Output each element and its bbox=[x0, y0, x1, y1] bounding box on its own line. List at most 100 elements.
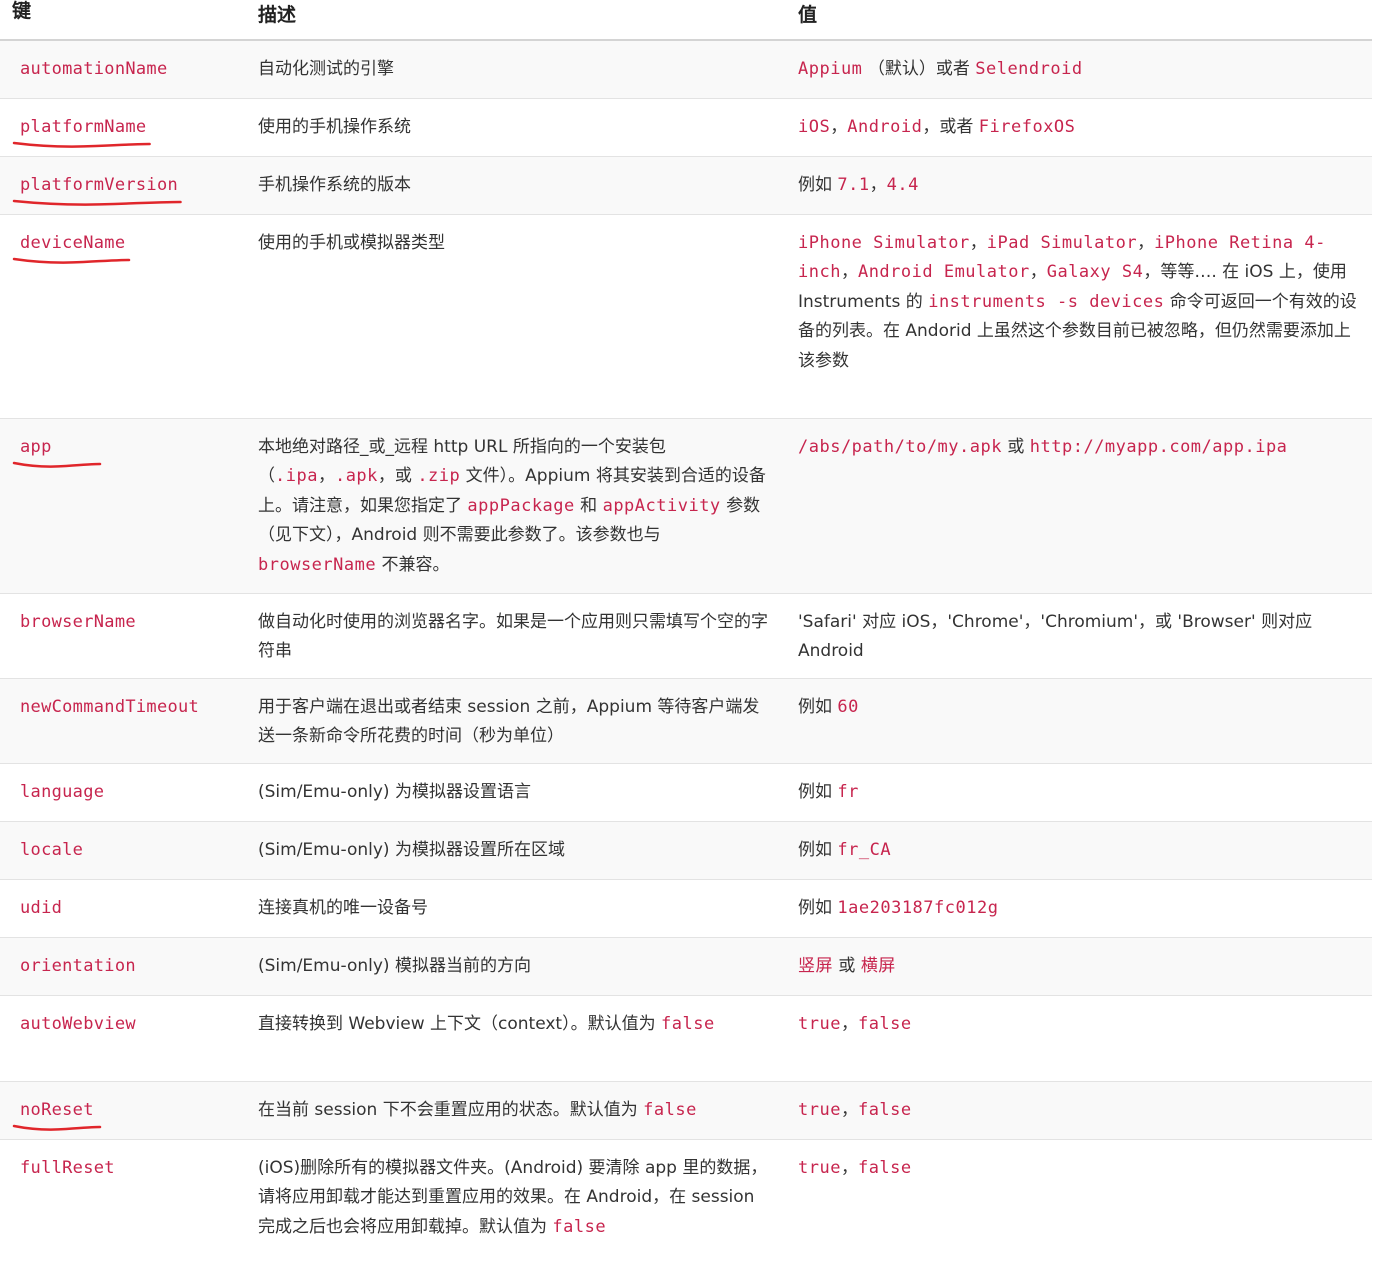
cell-text: 例如 bbox=[798, 781, 838, 802]
cell-text: (Sim/Emu-only) 模拟器当前的方向 bbox=[258, 955, 531, 976]
code-literal: .ipa bbox=[275, 466, 318, 486]
table-row: newCommandTimeout 用于客户端在退出或者结束 session 之前… bbox=[0, 677, 1372, 763]
key-wrapper: deviceName bbox=[12, 229, 131, 264]
table-header-row: 键 描述 值 bbox=[0, 0, 1372, 41]
value-cell: 例如 7.1，4.4 bbox=[778, 155, 1372, 214]
key-wrapper: orientation bbox=[20, 952, 136, 982]
cell-text: ，或 bbox=[377, 466, 418, 486]
key-cell: autoWebview bbox=[0, 994, 238, 1081]
key-cell: automationName bbox=[0, 39, 238, 98]
capability-key: platformName bbox=[20, 116, 147, 137]
code-literal: Android bbox=[847, 116, 923, 137]
value-cell: 例如 60 bbox=[778, 677, 1372, 763]
header-value: 值 bbox=[778, 0, 1372, 41]
key-cell: language bbox=[0, 762, 238, 821]
code-literal: true bbox=[798, 1157, 841, 1178]
value-cell: 例如 fr_CA bbox=[778, 820, 1372, 879]
table-row: platformVersion 手机操作系统的版本 例如 7.1，4.4 bbox=[0, 155, 1372, 214]
cell-text: ， bbox=[840, 1013, 858, 1034]
code-literal: fr bbox=[837, 781, 859, 802]
description-cell: (Sim/Emu-only) 为模拟器设置所在区域 bbox=[238, 820, 778, 879]
cell-text: ， bbox=[830, 116, 848, 137]
code-literal: false bbox=[643, 1099, 697, 1120]
code-literal: Selendroid bbox=[975, 59, 1083, 79]
code-literal: 1ae203187fc012g bbox=[837, 897, 999, 918]
code-literal: appPackage bbox=[467, 495, 575, 516]
code-literal: 7.1 bbox=[837, 174, 870, 195]
code-literal: iPad Simulator bbox=[986, 232, 1138, 253]
capability-key: fullReset bbox=[20, 1157, 115, 1178]
table-row: noReset 在当前 session 下不会重置应用的状态。默认值为 false… bbox=[0, 1080, 1372, 1139]
key-wrapper: noReset bbox=[12, 1096, 102, 1131]
key-cell: fullReset bbox=[0, 1138, 238, 1260]
key-wrapper: language bbox=[20, 778, 104, 808]
capability-key: automationName bbox=[20, 59, 168, 79]
code-literal: instruments -s devices bbox=[928, 291, 1165, 312]
description-cell: 手机操作系统的版本 bbox=[238, 155, 778, 214]
code-literal: false bbox=[661, 1013, 715, 1034]
key-cell: locale bbox=[0, 820, 238, 879]
key-wrapper: platformName bbox=[12, 113, 151, 148]
capability-key: locale bbox=[20, 839, 84, 860]
cell-text: ，或者 bbox=[922, 116, 979, 137]
code-literal: fr_CA bbox=[837, 839, 892, 860]
cell-text: ， bbox=[1029, 262, 1047, 282]
description-cell: 使用的手机或模拟器类型 bbox=[238, 213, 778, 418]
code-literal: 竖屏 bbox=[798, 955, 833, 976]
key-cell: platformName bbox=[0, 97, 238, 156]
table-row: autoWebview 直接转换到 Webview 上下文（context）。默认… bbox=[0, 994, 1372, 1081]
key-wrapper: locale bbox=[20, 836, 83, 866]
table-row: udid 连接真机的唯一设备号 例如 1ae203187fc012g bbox=[0, 878, 1372, 937]
cell-text: 和 bbox=[574, 495, 603, 516]
description-cell: (Sim/Emu-only) 为模拟器设置语言 bbox=[238, 762, 778, 821]
code-literal: false bbox=[857, 1099, 912, 1120]
key-cell: newCommandTimeout bbox=[0, 677, 238, 763]
table-row: browserName 做自动化时使用的浏览器名字。如果是一个应用则只需填写个空的… bbox=[0, 592, 1372, 678]
key-cell: deviceName bbox=[0, 213, 238, 418]
capability-key: platformVersion bbox=[20, 174, 179, 195]
value-cell: true，false bbox=[778, 994, 1372, 1081]
code-literal: Appium bbox=[798, 59, 863, 79]
code-literal: false bbox=[857, 1157, 912, 1178]
table-row: orientation (Sim/Emu-only) 模拟器当前的方向 竖屏 或 横… bbox=[0, 936, 1372, 995]
code-literal: true bbox=[798, 1013, 841, 1034]
cell-text: ， bbox=[840, 1099, 858, 1120]
code-literal: iOS bbox=[798, 116, 831, 137]
cell-text: 自动化测试的引擎 bbox=[258, 59, 394, 79]
cell-text: 或 bbox=[833, 955, 861, 976]
key-cell: app bbox=[0, 417, 238, 593]
table-row: fullReset (iOS)删除所有的模拟器文件夹。(Android) 要清除 … bbox=[0, 1138, 1372, 1260]
cell-text: 使用的手机或模拟器类型 bbox=[258, 232, 445, 253]
key-wrapper: newCommandTimeout bbox=[20, 693, 199, 723]
cell-text: 例如 bbox=[798, 696, 838, 717]
header-key: 键 bbox=[0, 0, 238, 41]
table-row: language (Sim/Emu-only) 为模拟器设置语言 例如 fr bbox=[0, 762, 1372, 821]
code-literal: FirefoxOS bbox=[978, 116, 1076, 137]
table-row: platformName 使用的手机操作系统 iOS，Android，或者 Fire… bbox=[0, 97, 1372, 156]
cell-text: 例如 bbox=[798, 839, 838, 860]
cell-text: 使用的手机操作系统 bbox=[258, 116, 411, 137]
code-literal: browserName bbox=[258, 554, 377, 575]
description-cell: 本地绝对路径_或_远程 http URL 所指向的一个安装包（.ipa，.apk… bbox=[238, 417, 778, 593]
key-cell: orientation bbox=[0, 936, 238, 995]
capability-key: browserName bbox=[20, 611, 136, 632]
cell-text: 例如 bbox=[798, 174, 838, 195]
cell-text: (Sim/Emu-only) 为模拟器设置语言 bbox=[258, 781, 531, 802]
value-cell: true，false bbox=[778, 1138, 1372, 1260]
capability-key: noReset bbox=[20, 1099, 94, 1120]
value-cell: 例如 fr bbox=[778, 762, 1372, 821]
description-cell: 用于客户端在退出或者结束 session 之前，Appium 等待客户端发送一条… bbox=[238, 677, 778, 763]
code-literal: Galaxy S4 bbox=[1046, 262, 1144, 282]
value-cell: iOS，Android，或者 FirefoxOS bbox=[778, 97, 1372, 156]
code-literal: false bbox=[552, 1216, 607, 1237]
code-literal: /abs/path/to/my.apk bbox=[798, 436, 1002, 457]
value-cell: 'Safari' 对应 iOS，'Chrome'，'Chromium'，或 'B… bbox=[778, 592, 1372, 678]
cell-text: ， bbox=[869, 174, 887, 195]
capability-key: app bbox=[20, 436, 52, 457]
description-cell: 使用的手机操作系统 bbox=[238, 97, 778, 156]
key-wrapper: automationName bbox=[20, 55, 168, 85]
capability-key: autoWebview bbox=[20, 1013, 136, 1034]
key-cell: browserName bbox=[0, 592, 238, 678]
capability-key: udid bbox=[20, 897, 63, 918]
description-cell: (iOS)删除所有的模拟器文件夹。(Android) 要清除 app 里的数据，… bbox=[238, 1138, 778, 1260]
